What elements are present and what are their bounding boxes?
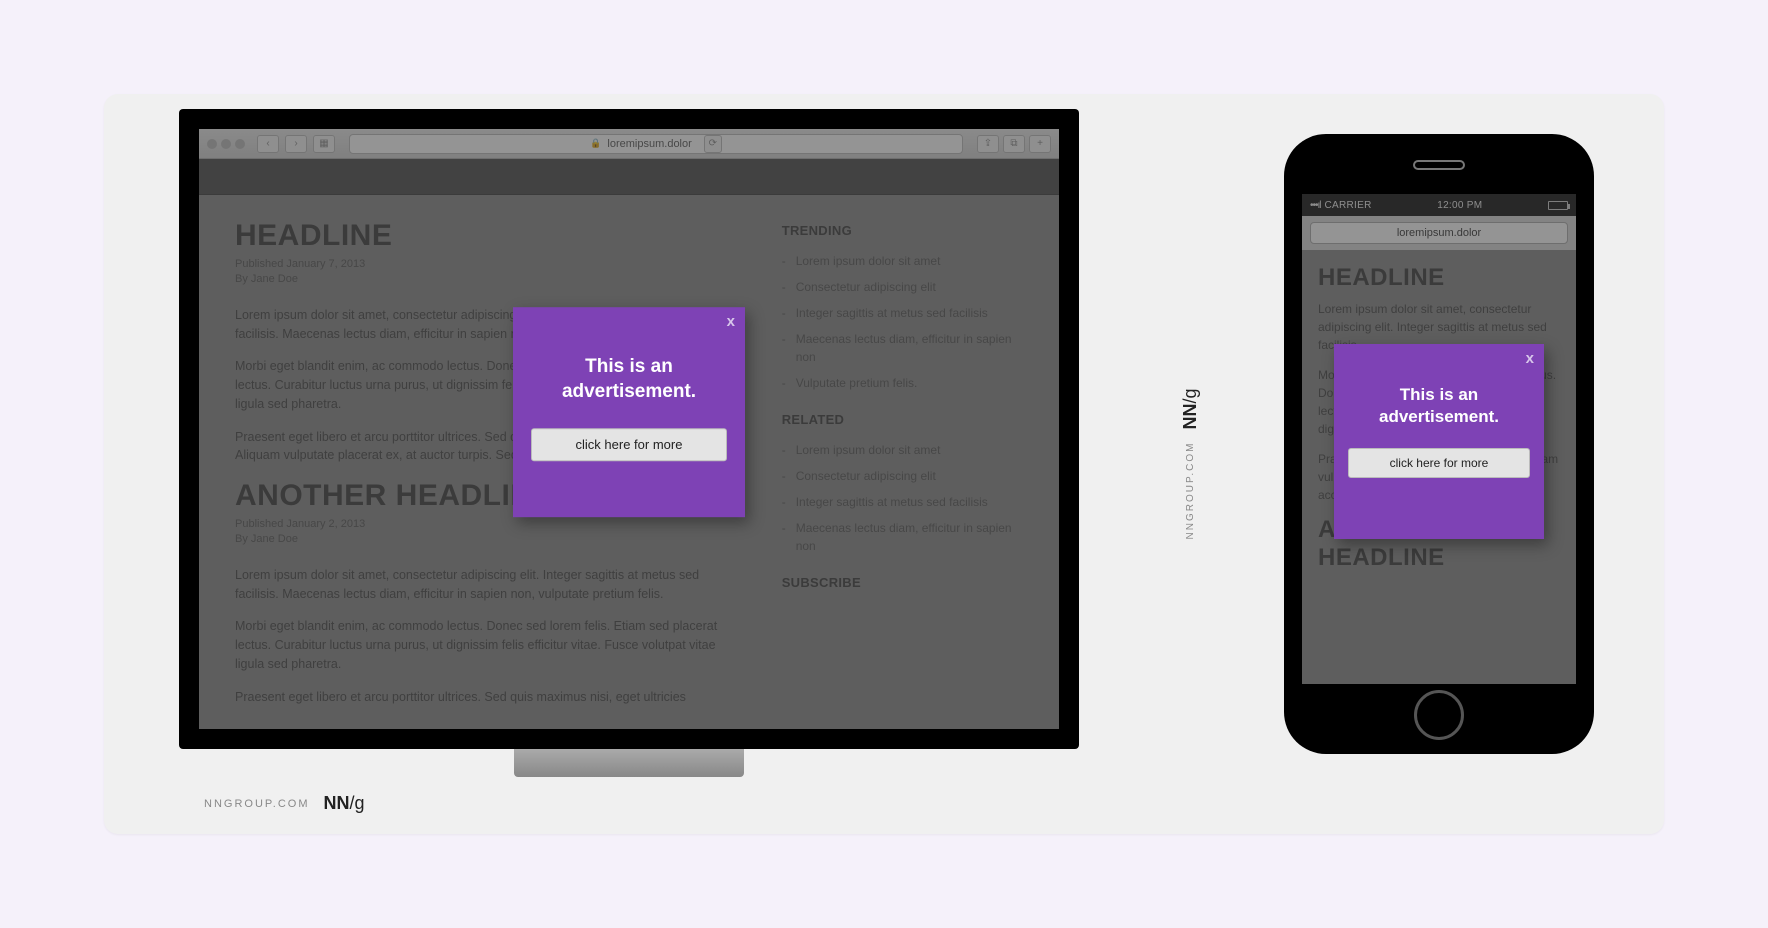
- article-headline: HEADLINE: [1318, 264, 1560, 292]
- monitor-bezel: ‹ › ▦ 🔒 loremipsum.dolor ⟳ ⇪ ⧉ +: [179, 109, 1079, 749]
- article-meta: Published January 2, 2013 By Jane Doe: [235, 517, 742, 548]
- list-item[interactable]: Integer sagittis at metus sed facilisis: [782, 300, 1023, 326]
- attribution-site: NNGROUP.COM: [1185, 442, 1196, 540]
- byline: By Jane Doe: [235, 272, 742, 287]
- url-bar[interactable]: 🔒 loremipsum.dolor ⟳: [349, 134, 963, 154]
- related-heading: RELATED: [782, 412, 1023, 427]
- carrier-label: CARRIER: [1325, 200, 1372, 211]
- minimize-dot-icon[interactable]: [221, 139, 231, 149]
- battery-icon: [1548, 201, 1568, 210]
- ad-text: This is an advertisement.: [531, 355, 727, 404]
- article-paragraph: Praesent eget libero et arcu porttitor u…: [235, 688, 742, 707]
- nng-logo: NN/g: [1180, 389, 1201, 430]
- reload-button[interactable]: ⟳: [704, 135, 722, 153]
- back-button[interactable]: ‹: [257, 135, 279, 153]
- article-paragraph: Lorem ipsum dolor sit amet, consectetur …: [235, 566, 742, 604]
- signal-icon: •••ıl: [1310, 200, 1321, 211]
- monitor-stand: [514, 749, 744, 777]
- list-item[interactable]: Consectetur adipiscing elit: [782, 463, 1023, 489]
- illustration-card: ‹ › ▦ 🔒 loremipsum.dolor ⟳ ⇪ ⧉ +: [104, 94, 1664, 834]
- url-text: loremipsum.dolor: [1397, 227, 1481, 239]
- trending-heading: TRENDING: [782, 223, 1023, 238]
- attribution-desktop: NNGROUP.COM NN/g: [204, 793, 365, 814]
- phone-mock: •••ıl CARRIER 12:00 PM loremipsum.dolor …: [1284, 134, 1594, 754]
- list-item[interactable]: Integer sagittis at metus sed facilisis: [782, 489, 1023, 515]
- list-item[interactable]: Lorem ipsum dolor sit amet: [782, 248, 1023, 274]
- mobile-url-bar[interactable]: loremipsum.dolor: [1310, 222, 1568, 244]
- list-item[interactable]: Consectetur adipiscing elit: [782, 274, 1023, 300]
- nng-logo: NN/g: [324, 793, 365, 814]
- url-text: loremipsum.dolor: [607, 138, 691, 150]
- byline: By Jane Doe: [235, 532, 742, 547]
- list-item[interactable]: Vulputate pretium felis.: [782, 370, 1023, 396]
- phone-speaker: [1413, 160, 1465, 170]
- subscribe-heading: SUBSCRIBE: [782, 575, 1023, 590]
- ad-text: This is an advertisement.: [1348, 384, 1530, 428]
- sidebar-button[interactable]: ▦: [313, 135, 335, 153]
- sidebar-column: TRENDING Lorem ipsum dolor sit amet Cons…: [782, 219, 1023, 720]
- published-date: Published January 2, 2013: [235, 517, 742, 532]
- attribution-mobile: NNGROUP.COM NN/g: [1180, 389, 1201, 540]
- article-headline: HEADLINE: [235, 219, 742, 253]
- article-meta: Published January 7, 2013 By Jane Doe: [235, 257, 742, 288]
- list-item[interactable]: Maecenas lectus diam, efficitur in sapie…: [782, 515, 1023, 559]
- attribution-site: NNGROUP.COM: [204, 798, 310, 810]
- forward-button[interactable]: ›: [285, 135, 307, 153]
- ad-close-button[interactable]: x: [1526, 350, 1534, 367]
- popup-ad: x This is an advertisement. click here f…: [513, 307, 745, 517]
- home-button[interactable]: [1414, 690, 1464, 740]
- list-item[interactable]: Maecenas lectus diam, efficitur in sapie…: [782, 326, 1023, 370]
- list-item[interactable]: Lorem ipsum dolor sit amet: [782, 437, 1023, 463]
- tabs-button[interactable]: ⧉: [1003, 135, 1025, 153]
- close-dot-icon[interactable]: [207, 139, 217, 149]
- trending-list: Lorem ipsum dolor sit amet Consectetur a…: [782, 248, 1023, 396]
- ad-cta-button[interactable]: click here for more: [531, 429, 727, 462]
- new-tab-button[interactable]: +: [1029, 135, 1051, 153]
- desktop-screen: ‹ › ▦ 🔒 loremipsum.dolor ⟳ ⇪ ⧉ +: [199, 129, 1059, 729]
- browser-toolbar: ‹ › ▦ 🔒 loremipsum.dolor ⟳ ⇪ ⧉ +: [199, 129, 1059, 159]
- mobile-url-row: loremipsum.dolor: [1302, 216, 1576, 250]
- article-paragraph: Morbi eget blandit enim, ac commodo lect…: [235, 617, 742, 673]
- lock-icon: 🔒: [590, 138, 601, 149]
- share-button[interactable]: ⇪: [977, 135, 999, 153]
- popup-ad: x This is an advertisement. click here f…: [1334, 344, 1544, 539]
- status-bar: •••ıl CARRIER 12:00 PM: [1302, 194, 1576, 216]
- status-time: 12:00 PM: [1437, 200, 1482, 211]
- desktop-mock: ‹ › ▦ 🔒 loremipsum.dolor ⟳ ⇪ ⧉ +: [179, 109, 1079, 777]
- zoom-dot-icon[interactable]: [235, 139, 245, 149]
- toolbar-right: ⇪ ⧉ +: [977, 135, 1051, 153]
- published-date: Published January 7, 2013: [235, 257, 742, 272]
- phone-screen: •••ıl CARRIER 12:00 PM loremipsum.dolor …: [1302, 194, 1576, 684]
- related-list: Lorem ipsum dolor sit amet Consectetur a…: [782, 437, 1023, 559]
- traffic-lights: [207, 139, 245, 149]
- ad-close-button[interactable]: x: [727, 313, 735, 330]
- ad-cta-button[interactable]: click here for more: [1348, 448, 1530, 478]
- site-topbar: [199, 159, 1059, 195]
